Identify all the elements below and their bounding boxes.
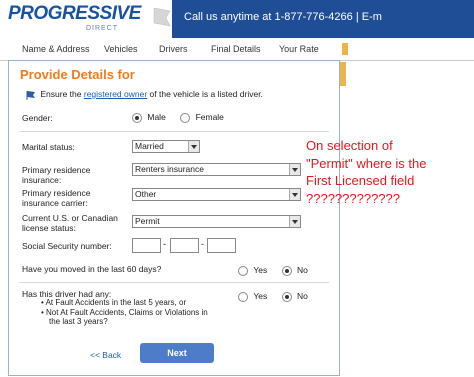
carrier-label-line-1: Primary residence: [22, 188, 91, 198]
divider: [19, 282, 329, 283]
insurance-carrier-label: Primary residence insurance carrier:: [22, 188, 91, 208]
step-your-rate[interactable]: Your Rate: [279, 44, 319, 54]
residence-label-line-1: Primary residence: [22, 165, 91, 175]
gender-male-radio[interactable]: [132, 112, 142, 123]
history-bullet-1: • At Fault Accidents in the last 5 years…: [41, 298, 187, 307]
ssn-dash: -: [163, 239, 166, 249]
annotation-line-2: "Permit" where is the: [306, 155, 427, 171]
moved-question-label: Have you moved in the last 60 days?: [22, 264, 162, 274]
side-accent: [342, 43, 348, 55]
history-radio-group: Yes No: [238, 291, 308, 302]
insurance-carrier-value: Other: [135, 189, 157, 199]
step-final-details[interactable]: Final Details: [211, 44, 261, 54]
site-header: PROGRESSIVE DIRECT Call us anytime at 1-…: [0, 0, 474, 38]
back-link[interactable]: << Back: [90, 350, 121, 360]
moved-yes-label: Yes: [253, 265, 268, 275]
history-yes-label: Yes: [253, 291, 268, 301]
license-status-label: Current U.S. or Canadian license status:: [22, 213, 118, 233]
residence-insurance-select[interactable]: Renters insurance: [132, 163, 301, 176]
chevron-down-icon: [289, 216, 300, 227]
logo-subtitle: DIRECT: [86, 25, 119, 32]
gender-female-label: Female: [195, 112, 224, 122]
license-label-line-2: license status:: [22, 223, 76, 233]
residence-label-line-2: insurance:: [22, 175, 62, 185]
annotation-note: On selection of "Permit" where is the Fi…: [306, 137, 474, 207]
history-yes-radio[interactable]: [238, 291, 248, 302]
insurance-carrier-select[interactable]: Other: [132, 188, 301, 201]
side-accent-2: [340, 62, 346, 86]
moved-no-radio[interactable]: [281, 265, 292, 276]
marital-status-value: Married: [135, 141, 164, 151]
progressive-logo[interactable]: PROGRESSIVE DIRECT: [0, 0, 172, 38]
history-bullet-2: • Not At Fault Accidents, Claims or Viol…: [41, 307, 208, 317]
ssn-dash: -: [201, 239, 204, 249]
chevron-down-icon: [289, 189, 300, 200]
annotation-line-3: First Licensed field: [306, 173, 415, 188]
logo-wordmark: PROGRESSIVE: [8, 3, 141, 24]
license-label-line-1: Current U.S. or Canadian: [22, 213, 118, 223]
annotation-line-4: ?????????????: [306, 190, 400, 206]
call-bar: Call us anytime at 1-877-776-4266 | E-m: [172, 0, 474, 38]
registered-owner-link[interactable]: registered owner: [84, 89, 147, 99]
gender-label: Gender:: [22, 113, 53, 123]
history-no-label: No: [297, 291, 308, 301]
marital-status-label: Marital status:: [22, 142, 75, 152]
steps-nav: Name & Address Vehicles Drivers Final De…: [0, 38, 474, 61]
step-drivers[interactable]: Drivers: [159, 44, 188, 54]
history-bullets: • At Fault Accidents in the last 5 years…: [41, 298, 208, 327]
flag-notice-icon: [26, 90, 35, 100]
license-status-select[interactable]: Permit: [132, 215, 301, 228]
panel-title: Provide Details for: [20, 67, 135, 82]
chevron-down-icon: [289, 164, 300, 175]
moved-radio-group: Yes No: [238, 265, 308, 276]
gender-radio-group: Male Female: [132, 112, 224, 123]
carrier-label-line-2: insurance carrier:: [22, 198, 88, 208]
divider: [19, 131, 329, 132]
call-text: Call us anytime at 1-877-776-4266 | E-m: [184, 11, 382, 23]
marital-status-select[interactable]: Married: [132, 140, 200, 153]
annotation-line-1: On selection of: [306, 138, 393, 153]
residence-insurance-value: Renters insurance: [135, 164, 204, 174]
step-vehicles[interactable]: Vehicles: [104, 44, 138, 54]
moved-yes-radio[interactable]: [238, 265, 248, 276]
chevron-down-icon: [188, 141, 199, 152]
residence-insurance-label: Primary residence insurance:: [22, 165, 91, 185]
notice-text-pre: Ensure the: [40, 89, 84, 99]
ssn-part-2-input[interactable]: [170, 238, 199, 253]
gender-female-radio[interactable]: [180, 112, 191, 123]
history-no-radio[interactable]: [281, 291, 292, 302]
gender-male-label: Male: [147, 112, 166, 122]
notice-text-post: of the vehicle is a listed driver.: [147, 89, 263, 99]
owner-notice: Ensure the registered owner of the vehic…: [26, 89, 263, 100]
driver-details-panel: Provide Details for Ensure the registere…: [8, 60, 340, 376]
ssn-part-3-input[interactable]: [207, 238, 236, 253]
step-name-address[interactable]: Name & Address: [22, 44, 90, 54]
history-bullet-2-cont: the last 3 years?: [49, 317, 108, 326]
ssn-part-1-input[interactable]: [132, 238, 161, 253]
moved-no-label: No: [297, 265, 308, 275]
next-button[interactable]: Next: [140, 343, 214, 363]
ssn-label: Social Security number:: [22, 241, 112, 251]
license-status-value: Permit: [135, 216, 160, 226]
